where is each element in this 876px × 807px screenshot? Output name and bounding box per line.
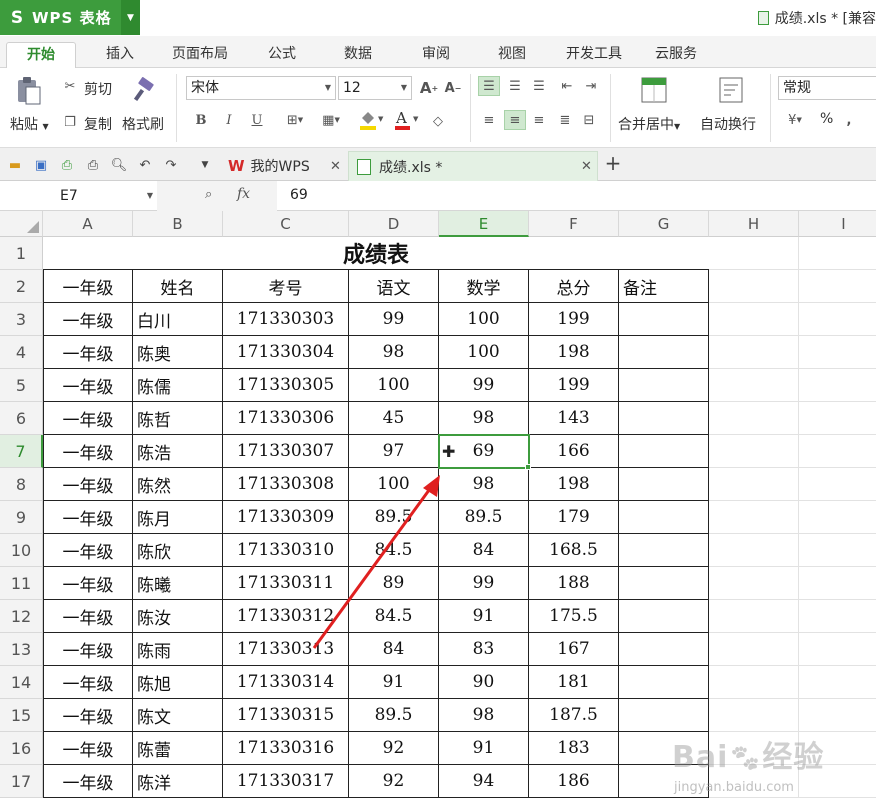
annotation-arrow [312,475,440,649]
arrow-line [312,485,434,649]
baidu-watermark: Bai🐾︎经验 jingyan.baidu.com [672,740,825,795]
paw-icon: 🐾︎ [728,744,763,774]
